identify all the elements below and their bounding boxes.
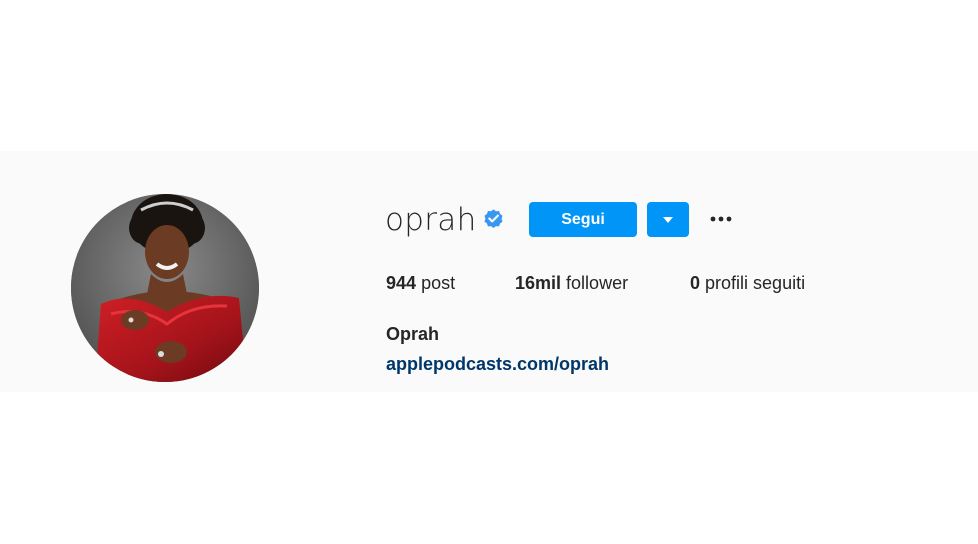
- username: oprah: [385, 202, 477, 238]
- posts-label: post: [421, 273, 456, 293]
- profile-page: oprah Segui 944 post 16mil follower 0 pr…: [0, 0, 978, 544]
- posts-count: 944: [386, 273, 417, 293]
- triangle-down-icon: [663, 216, 673, 223]
- stat-posts: 944 post: [386, 271, 455, 295]
- verified-badge-icon: [484, 209, 503, 228]
- full-name: Oprah: [386, 324, 440, 344]
- ellipsis-icon[interactable]: [706, 206, 736, 232]
- following-count: 0: [690, 273, 701, 293]
- stat-following[interactable]: 0 profili seguiti: [690, 271, 805, 295]
- followers-label: follower: [566, 273, 629, 293]
- suggestions-dropdown-button[interactable]: [647, 202, 689, 237]
- avatar-photo: [71, 194, 259, 382]
- website-link[interactable]: applepodcasts.com/oprah: [386, 352, 609, 376]
- followers-count: 16mil: [515, 273, 562, 293]
- following-label: profili seguiti: [705, 273, 806, 293]
- stat-followers[interactable]: 16mil follower: [515, 271, 628, 295]
- follow-button[interactable]: Segui: [529, 202, 637, 237]
- avatar[interactable]: [71, 194, 259, 382]
